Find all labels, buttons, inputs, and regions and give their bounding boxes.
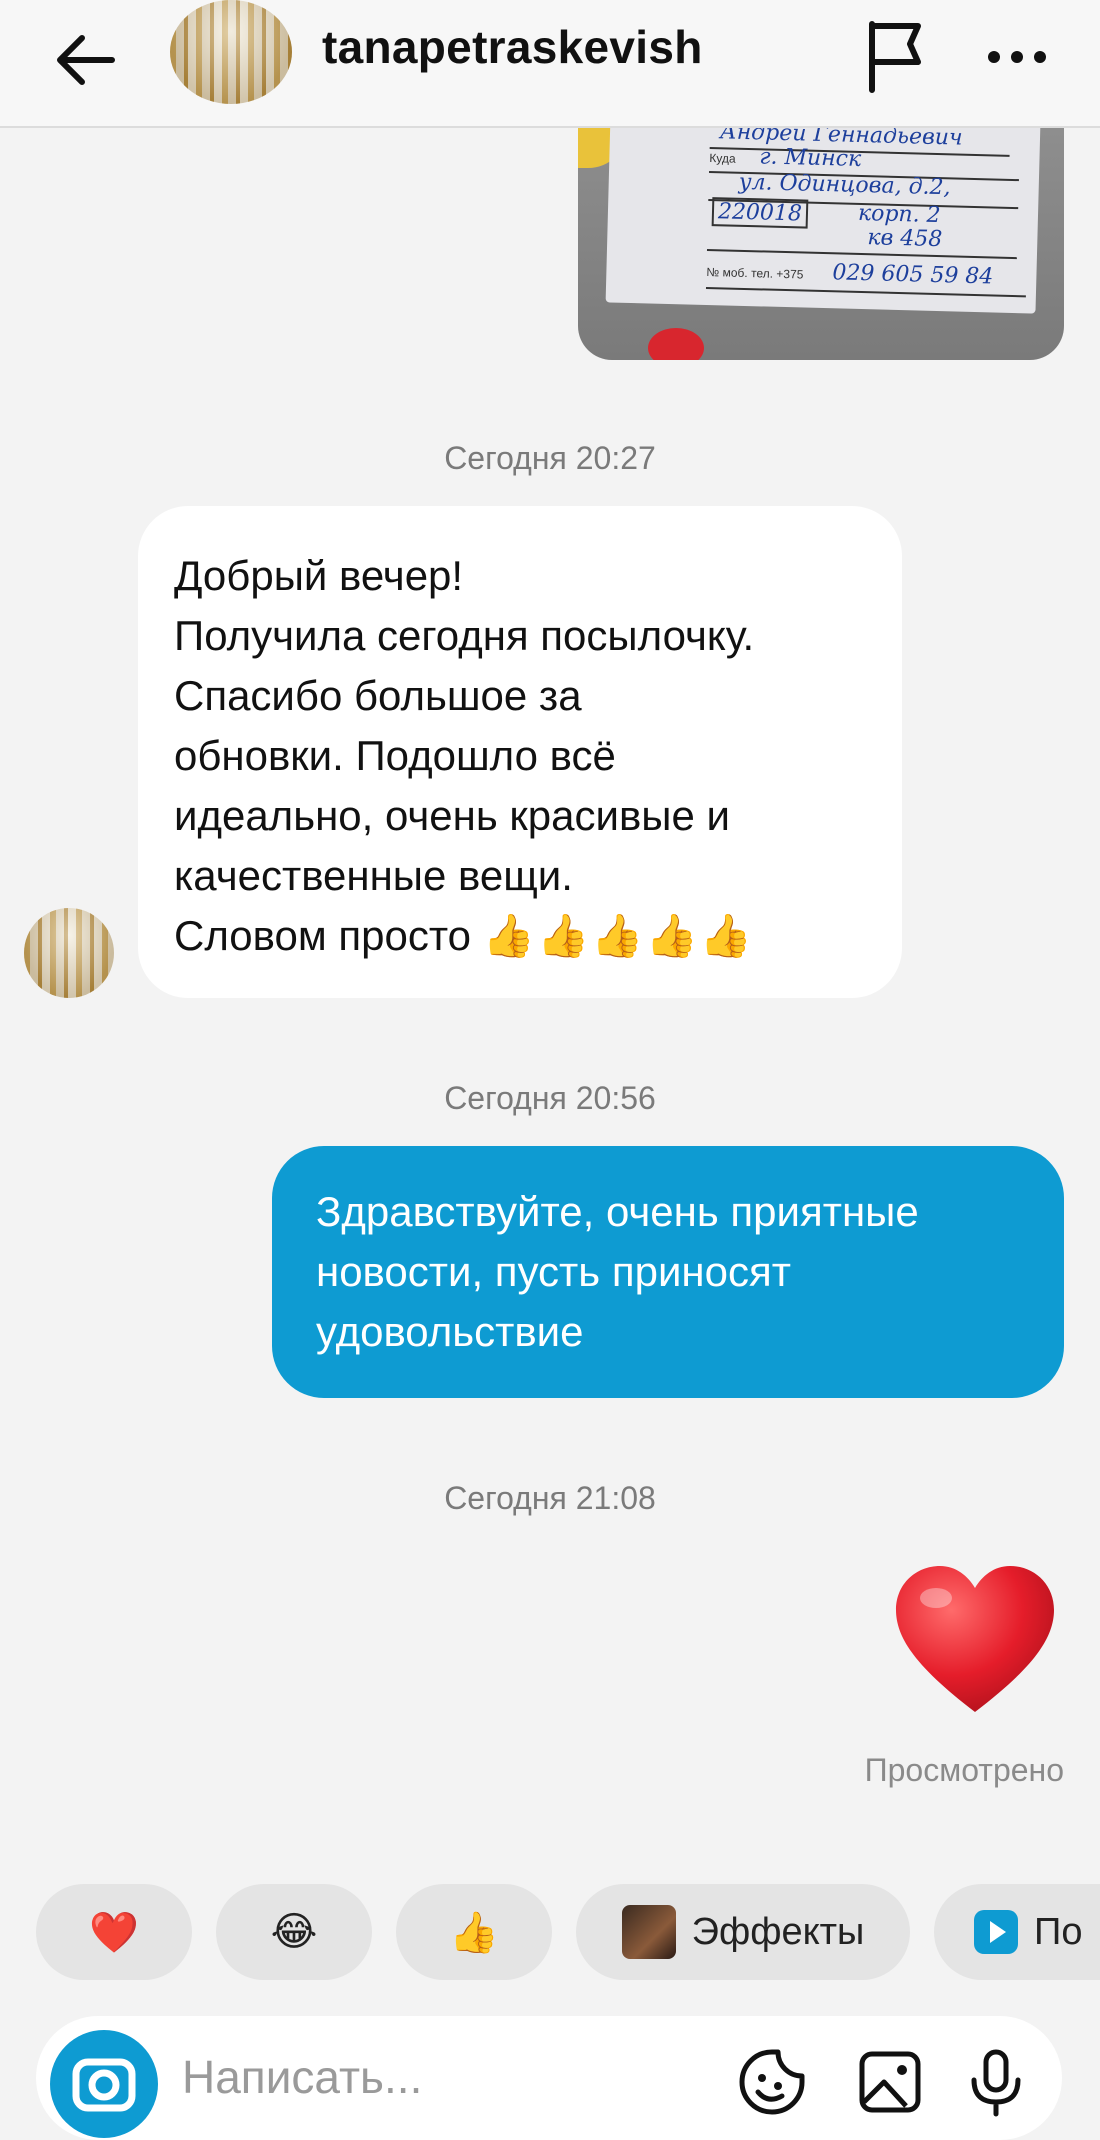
thumbs-up-emoji: 👍 [449, 1910, 499, 1955]
sender-avatar[interactable] [24, 908, 114, 998]
camera-icon [72, 2058, 136, 2112]
outgoing-message[interactable]: Здравствуйте, очень приятные новости, пу… [272, 1146, 1064, 1398]
quick-reactions-bar: ❤️ 😂 👍 Эффекты По [0, 1884, 1100, 1984]
microphone-icon[interactable] [960, 2046, 1032, 2118]
timestamp: Сегодня 21:08 [444, 1480, 656, 1516]
chat-username[interactable]: tanapetraskevish [322, 20, 703, 74]
message-line: новости, пусть приносят [316, 1248, 791, 1295]
chat-header: tanapetraskevish [0, 0, 1100, 128]
seen-status: Просмотрено [864, 1752, 1064, 1788]
effects-button[interactable]: Эффекты [576, 1884, 910, 1980]
message-line: обновки. Подошло всё [174, 732, 616, 779]
message-line: Спасибо большое за [174, 672, 582, 719]
message-composer [36, 2016, 1062, 2140]
handwritten-postcode: 220018 [711, 197, 809, 229]
flag-icon[interactable] [860, 14, 934, 98]
arrow-left-icon[interactable] [46, 20, 126, 100]
message-text: Словом просто [174, 912, 471, 959]
camera-button[interactable] [50, 2030, 158, 2138]
more-dots-icon[interactable] [980, 22, 1054, 92]
thumbs-up-emoji: 👍👍👍👍👍 [482, 911, 755, 960]
message-line: удовольствие [316, 1308, 584, 1355]
thumbs-up-reaction-button[interactable]: 👍 [396, 1884, 552, 1980]
handwritten-korp: корп. 2 [857, 200, 941, 229]
sticker-icon[interactable] [736, 2046, 808, 2118]
effects-thumbnail-icon [621, 1905, 676, 1959]
laugh-reaction-button[interactable]: 😂 [216, 1884, 372, 1980]
partial-chip-button[interactable]: По [934, 1884, 1100, 1980]
message-line: Здравствуйте, очень приятные [316, 1188, 919, 1235]
handwritten-street: ул. Одинцова, д.2, [738, 169, 951, 201]
to-label: Куда [709, 151, 736, 166]
heart-icon[interactable] [890, 1560, 1060, 1720]
handwritten-phone: 029 605 59 84 [832, 260, 994, 290]
message-input[interactable] [182, 2042, 702, 2112]
incoming-message[interactable]: Добрый вечер! Получила сегодня посылочку… [138, 506, 902, 998]
handwritten-city: г. Минск [759, 144, 862, 172]
handwritten-apt: кв 458 [867, 225, 943, 253]
message-line: идеально, очень красивые и [174, 792, 730, 839]
address-label: Андрей Геннадьевич Куда г. Минск ул. Оди… [605, 128, 1041, 314]
package-photo[interactable]: Андрей Геннадьевич Куда г. Минск ул. Оди… [578, 128, 1064, 360]
heart-emoji: ❤️ [89, 1910, 139, 1955]
timestamp: Сегодня 20:56 [444, 1080, 656, 1116]
message-line: качественные вещи. [174, 852, 573, 899]
timestamp: Сегодня 20:27 [444, 440, 656, 476]
phone-label: № моб. тел. +375 [706, 264, 804, 282]
message-line: Добрый вечер! [174, 552, 464, 599]
heart-reaction-button[interactable]: ❤️ [36, 1884, 192, 1980]
avatar[interactable] [170, 0, 292, 104]
gallery-icon[interactable] [854, 2046, 926, 2118]
message-line-last: Словом просто 👍👍👍👍👍 [174, 906, 866, 966]
play-icon [974, 1910, 1018, 1954]
effects-label: Эффекты [691, 1910, 865, 1953]
partial-chip-label: По [1034, 1910, 1083, 1953]
message-line: Получила сегодня посылочку. [174, 612, 755, 659]
laughing-emoji: 😂 [270, 1910, 318, 1954]
